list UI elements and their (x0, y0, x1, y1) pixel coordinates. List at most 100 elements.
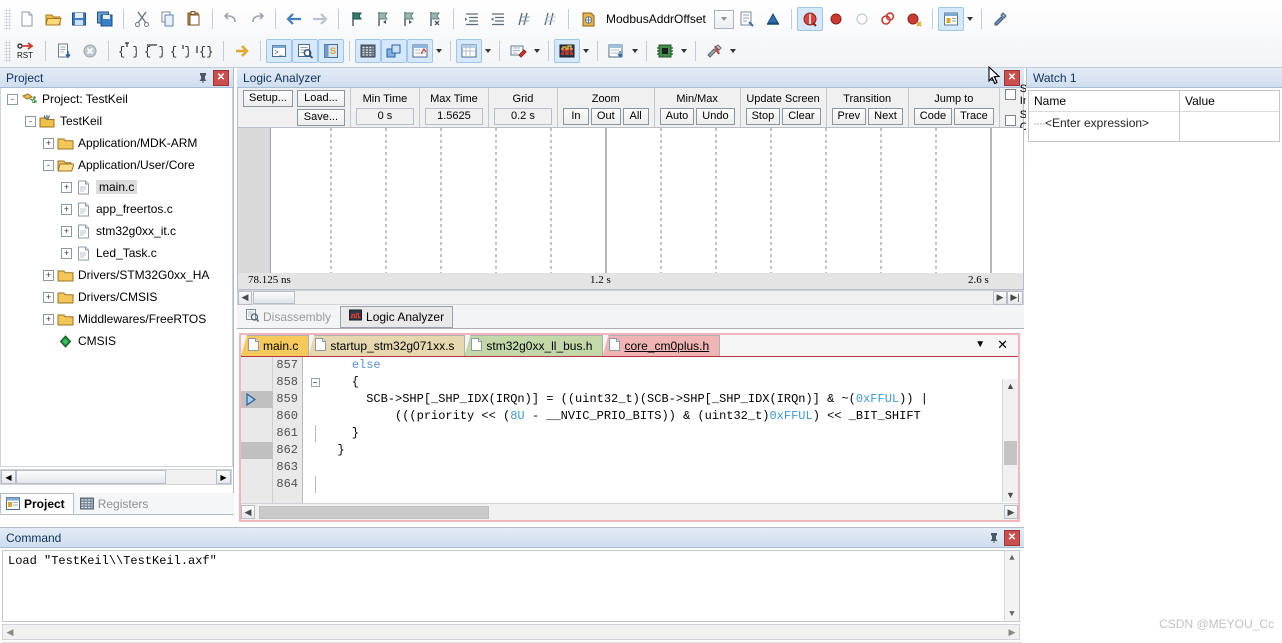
tree-item-main-c[interactable]: + main.c (1, 176, 232, 198)
la-button-code[interactable]: Code (913, 107, 953, 125)
redo-icon[interactable] (244, 7, 270, 31)
la-setup-button[interactable]: Setup... (243, 89, 293, 107)
outdent-icon[interactable] (485, 7, 511, 31)
configuration-wizard-icon[interactable] (987, 7, 1013, 31)
tree-expander[interactable]: + (43, 137, 54, 149)
editor-tab-startup-stm32g071xx-s[interactable]: startup_stm32g071xx.s (308, 335, 466, 356)
la-button-auto[interactable]: Auto (659, 107, 695, 125)
project-panel-tab-project[interactable]: Project (0, 493, 74, 514)
memory-window-dropdown-icon[interactable] (482, 39, 494, 63)
save-icon[interactable] (66, 7, 92, 31)
bookmark-toggle-icon[interactable] (344, 7, 370, 31)
call-stack-window-icon[interactable] (381, 39, 407, 63)
cut-icon[interactable] (129, 7, 155, 31)
la-load-button[interactable]: Load... (296, 89, 345, 107)
tree-expander[interactable]: - (25, 115, 36, 127)
code-line[interactable]: } (323, 425, 1002, 442)
command-window-icon[interactable]: >_ (266, 39, 292, 63)
editor-tab-core-cm0plus-h[interactable]: core_cm0plus.h (602, 335, 721, 356)
scroll-up-arrow-icon[interactable]: ▲ (1005, 551, 1019, 563)
kill-all-breakpoints-icon[interactable] (901, 7, 927, 31)
close-tab-icon[interactable]: ✕ (997, 337, 1008, 353)
registers-window-icon[interactable] (355, 39, 381, 63)
undo-icon[interactable] (218, 7, 244, 31)
toolbar-grip[interactable] (4, 8, 11, 30)
code-line[interactable]: } (323, 442, 1002, 459)
scroll-to-end-icon[interactable]: ▶| (1007, 290, 1023, 305)
show-next-statement-icon[interactable] (229, 39, 255, 63)
serial-window-dropdown-icon[interactable] (531, 39, 543, 63)
reset-cpu-icon[interactable]: RST (14, 39, 40, 63)
disable-breakpoint-icon[interactable] (849, 7, 875, 31)
navigate-forward-icon[interactable] (307, 7, 333, 31)
project-target-selector[interactable]: ModbusAddrOffset (576, 8, 734, 30)
fold-marker[interactable] (307, 357, 323, 374)
scroll-thumb[interactable] (1004, 441, 1017, 465)
logic-analyzer-dropdown-icon[interactable] (580, 39, 592, 63)
editor-hscrollbar[interactable]: ◀ ▶ (241, 503, 1018, 520)
view-tab-disassembly[interactable]: Disassembly (237, 306, 340, 328)
project-window-dropdown-icon[interactable] (964, 7, 976, 31)
scroll-left-arrow-icon[interactable]: ◀ (1, 470, 16, 484)
la-button-trace[interactable]: Trace (954, 107, 994, 125)
la-save-button[interactable]: Save... (296, 108, 345, 126)
tree-expander[interactable]: + (43, 269, 54, 281)
bookmark-prev-icon[interactable] (370, 7, 396, 31)
tree-expander[interactable]: + (61, 181, 72, 193)
trace-window-icon[interactable] (603, 39, 629, 63)
tab-list-dropdown-icon[interactable]: ▼ (975, 339, 985, 350)
new-file-icon[interactable] (14, 7, 40, 31)
pack-installer-icon[interactable] (760, 7, 786, 31)
tree-expander[interactable]: - (7, 93, 18, 105)
tools-dropdown-icon[interactable] (727, 39, 739, 63)
system-viewer-icon[interactable] (652, 39, 678, 63)
watch-window-dropdown-icon[interactable] (433, 39, 445, 63)
start-stop-debug-icon[interactable] (796, 7, 823, 31)
scroll-down-arrow-icon[interactable]: ▼ (1005, 609, 1019, 619)
code-line[interactable]: SCB->SHP[_SHP_IDX(IRQn)] = ((uint32_t)(S… (323, 391, 1002, 408)
tree-expander[interactable]: - (43, 159, 54, 171)
target-options-icon[interactable] (576, 7, 602, 31)
copy-icon[interactable] (155, 7, 181, 31)
tree-expander[interactable]: + (61, 247, 72, 259)
tools-icon[interactable] (701, 39, 727, 63)
paste-icon[interactable] (181, 7, 207, 31)
tree-expander[interactable]: + (43, 313, 54, 325)
scroll-left-arrow-icon[interactable]: ◀ (241, 505, 255, 519)
la-button-undo[interactable]: Undo (696, 107, 735, 125)
indent-icon[interactable] (459, 7, 485, 31)
editor-tab-stm32g0xx-ll-bus-h[interactable]: stm32g0xx_ll_bus.h (464, 335, 604, 356)
close-icon[interactable]: ✕ (213, 69, 229, 86)
fold-marker[interactable]: − (307, 374, 323, 391)
open-file-icon[interactable] (40, 7, 66, 31)
editor-fold-column[interactable]: − (307, 357, 323, 520)
checkbox-icon[interactable] (1004, 115, 1016, 126)
tree-item-application-user-core[interactable]: - Application/User/Core (1, 154, 232, 176)
project-tree[interactable]: - Project: TestKeil - TestKeil + Application/… (0, 88, 233, 467)
pin-icon[interactable] (195, 70, 211, 86)
editor-tab-main-c[interactable]: main.c (241, 335, 310, 356)
tree-item-middlewares-freertos[interactable]: + Middlewares/FreeRTOS (1, 308, 232, 330)
watch-row-value[interactable] (1180, 112, 1279, 134)
toolbar-grip[interactable] (4, 40, 11, 62)
uncomment-icon[interactable] (537, 7, 563, 31)
step-out-icon[interactable]: { } (166, 39, 192, 63)
tree-item-app-freertos-c[interactable]: + app_freertos.c (1, 198, 232, 220)
command-output[interactable]: Load "TestKeil\\TestKeil.axf" ▲ ▼ (2, 550, 1020, 622)
disassembly-window-icon[interactable] (292, 39, 318, 63)
scroll-left-arrow-icon[interactable]: ◀ (238, 290, 252, 305)
scroll-right-arrow-icon[interactable]: ▶ (1004, 505, 1018, 519)
stop-icon[interactable] (77, 39, 103, 63)
la-button-next[interactable]: Next (868, 107, 903, 125)
run-to-cursor-icon[interactable]: {} (192, 39, 218, 63)
project-panel-tab-registers[interactable]: Registers (74, 493, 158, 514)
logic-analyzer-hscrollbar[interactable]: ◀ ▶ ▶| (237, 290, 1024, 305)
tree-item-project-testkeil[interactable]: - Project: TestKeil (1, 88, 232, 110)
bookmark-next-icon[interactable] (396, 7, 422, 31)
tree-expander[interactable]: + (43, 291, 54, 303)
scroll-right-arrow-icon[interactable]: ▶ (216, 470, 231, 484)
la-field-value[interactable]: 0 s (355, 107, 414, 125)
code-line[interactable]: (((priority << (8U - __NVIC_PRIO_BITS)) … (323, 408, 1002, 425)
step-into-icon[interactable]: { } (114, 39, 140, 63)
scroll-right-arrow-icon[interactable]: ▶ (993, 290, 1007, 305)
